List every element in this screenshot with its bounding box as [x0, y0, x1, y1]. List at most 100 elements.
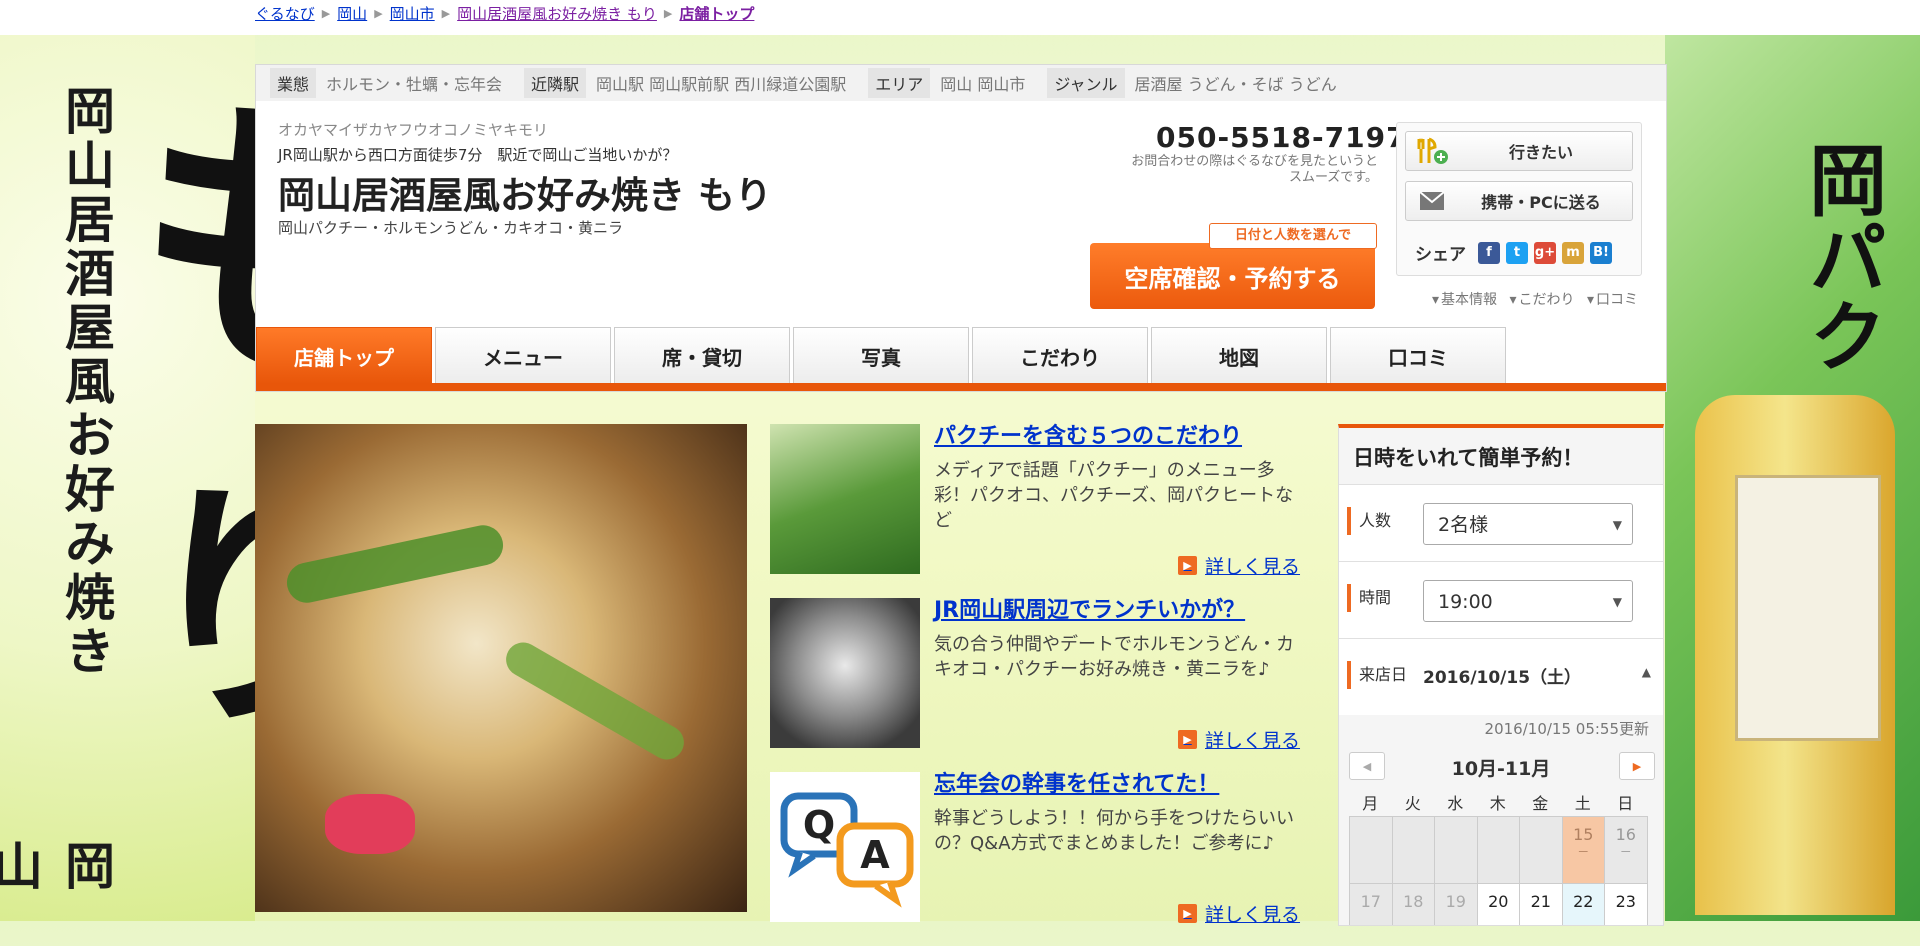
tab-seats[interactable]: 席・貸切 — [614, 327, 790, 384]
shop-name: 岡山居酒屋風お好み焼き もり — [278, 174, 772, 217]
calendar-day-empty — [1520, 817, 1562, 883]
calendar-day[interactable]: 21 — [1520, 884, 1562, 925]
dropdown-arrow-icon: ▼ — [1612, 518, 1622, 532]
calendar-day-number: 16 — [1615, 825, 1636, 844]
share-row: シェア f t g+ m B! — [1415, 240, 1612, 265]
want-to-go-button[interactable]: 行きたい — [1405, 131, 1633, 171]
background-right-brush: 岡パク — [1796, 140, 1887, 374]
background-vertical-title: 岡山居酒屋風お好み焼き — [57, 85, 116, 679]
feature-thumbnail-cilantro[interactable] — [770, 424, 920, 574]
calendar-day-number: 18 — [1403, 892, 1424, 911]
calendar-day[interactable]: 20 — [1477, 884, 1519, 925]
breadcrumb-okayama-city[interactable]: 岡山市 — [390, 3, 435, 24]
time-row: 時間 19:00 ▼ — [1339, 561, 1663, 638]
want-to-go-label: 行きたい — [1508, 143, 1573, 162]
reservation-title: 日時をいれて簡単予約！ — [1353, 446, 1584, 470]
feature-item: パクチーを含む５つのこだわり メディアで話題「パクチー」のメニュー多彩！パクオコ… — [770, 424, 1310, 598]
svg-text:Q: Q — [803, 803, 835, 847]
play-icon: ▶ — [1178, 556, 1197, 575]
jump-link-basic-info[interactable]: 基本情報 — [1441, 292, 1497, 308]
time-value: 19:00 — [1438, 591, 1493, 613]
calendar-day[interactable]: 17 — [1350, 884, 1392, 925]
calendar-updated: 2016/10/15 05:55更新 — [1484, 720, 1649, 738]
feature-thumbnail-oysters[interactable] — [770, 598, 920, 748]
breadcrumb-okayama[interactable]: 岡山 — [337, 3, 367, 24]
calendar-day[interactable]: 15 － — [1562, 817, 1604, 883]
more-link-label: 詳しく見る — [1205, 904, 1301, 926]
more-link[interactable]: ▶ 詳しく見る — [1178, 900, 1300, 927]
tab-menu[interactable]: メニュー — [435, 327, 611, 384]
phone-number: 050-5518-7197 — [1156, 121, 1407, 154]
feature-title[interactable]: 忘年会の幹事を任されてた！ — [934, 766, 1219, 798]
feature-title[interactable]: パクチーを含む５つのこだわり — [934, 418, 1242, 450]
people-select[interactable]: 2名様 ▼ — [1423, 503, 1633, 545]
calendar-weekdays: 月 火 水 木 金 土 日 — [1349, 790, 1647, 814]
calendar-day[interactable]: 16 － — [1605, 817, 1647, 883]
share-label: シェア — [1415, 245, 1466, 265]
feature-title[interactable]: JR岡山駅周辺でランチいかが？ — [934, 592, 1245, 624]
info-value-area[interactable]: 岡山 岡山市 — [940, 71, 1025, 95]
time-select[interactable]: 19:00 ▼ — [1423, 580, 1633, 622]
calendar-day[interactable]: 19 — [1435, 884, 1477, 925]
qa-speech-bubbles-icon: Q A — [780, 792, 914, 908]
reservation-widget: 日時をいれて簡単予約！ 人数 2名様 ▼ 時間 19:00 ▼ 来店日 2016… — [1338, 424, 1664, 926]
jump-link-kodawari[interactable]: こだわり — [1519, 292, 1575, 308]
calendar-day[interactable]: 22 — [1562, 884, 1604, 925]
date-row[interactable]: 来店日 2016/10/15（土） ▲ — [1339, 638, 1663, 715]
info-value-genre[interactable]: 居酒屋 うどん・そば うどん — [1135, 71, 1337, 95]
hero-food-image[interactable] — [255, 424, 747, 912]
send-to-device-button[interactable]: 携帯・PCに送る — [1405, 181, 1633, 221]
info-tag-area: エリア — [868, 68, 931, 98]
shop-tabs: 店舗トップ メニュー 席・貸切 写真 こだわり 地図 口コミ — [256, 327, 1509, 384]
calendar-grid: 15 － 16 － 17 18 19 20 21 22 23 — [1349, 816, 1648, 925]
feature-text: 気の合う仲間やデートでホルモンうどん・カキオコ・パクチーお好み焼き・黄ニラを♪ — [934, 634, 1294, 680]
calendar-day-status: － — [1619, 845, 1632, 859]
twitter-icon[interactable]: t — [1506, 241, 1528, 264]
mixi-icon[interactable]: m — [1562, 241, 1584, 264]
more-link[interactable]: ▶ 詳しく見る — [1178, 726, 1300, 753]
tab-underline — [256, 383, 1666, 391]
feature-thumbnail-qa[interactable]: Q A — [770, 772, 920, 922]
tab-top[interactable]: 店舗トップ — [256, 327, 432, 384]
info-tag-business-type: 業態 — [270, 68, 317, 98]
action-box: 行きたい 携帯・PCに送る シェア f t g+ m B! — [1396, 122, 1642, 276]
tab-reviews[interactable]: 口コミ — [1330, 327, 1506, 384]
reserve-tooltip: 日付と人数を選んで — [1209, 223, 1377, 249]
chevron-up-icon[interactable]: ▲ — [1642, 665, 1651, 679]
breadcrumb-gnavi[interactable]: ぐるなび — [255, 3, 315, 24]
date-label: 来店日 — [1347, 661, 1407, 689]
weekday-sat: 土 — [1574, 794, 1591, 813]
weekday-mon: 月 — [1362, 794, 1379, 813]
hero-decor — [325, 794, 415, 854]
breadcrumb-current[interactable]: 店舗トップ — [679, 3, 754, 24]
more-link[interactable]: ▶ 詳しく見る — [1178, 552, 1300, 579]
bottle-label-image — [1735, 475, 1881, 741]
tab-photos[interactable]: 写真 — [793, 327, 969, 384]
breadcrumb: ぐるなび ▶ 岡山 ▶ 岡山市 ▶ 岡山居酒屋風お好み焼き もり ▶ 店舗トップ — [255, 3, 754, 24]
tab-kodawari[interactable]: こだわり — [972, 327, 1148, 384]
send-to-device-label: 携帯・PCに送る — [1481, 193, 1601, 212]
jump-link-reviews[interactable]: 口コミ — [1596, 292, 1638, 308]
feature-item: Q A 忘年会の幹事を任されてた！ 幹事どうしよう！！何から手をつけたらいいの？… — [770, 772, 1310, 946]
breadcrumb-shop[interactable]: 岡山居酒屋風お好み焼き もり — [457, 3, 657, 24]
tab-map[interactable]: 地図 — [1151, 327, 1327, 384]
calendar-day[interactable]: 18 — [1392, 884, 1434, 925]
info-value-business-type[interactable]: ホルモン・牡蠣・忘年会 — [326, 71, 502, 95]
calendar-next-icon[interactable]: ▶ — [1619, 752, 1655, 780]
google-plus-icon[interactable]: g+ — [1534, 241, 1556, 264]
calendar-day[interactable]: 23 — [1605, 884, 1647, 925]
calendar-day-empty — [1477, 817, 1519, 883]
info-value-station[interactable]: 岡山駅 岡山駅前駅 西川緑道公園駅 — [596, 71, 846, 95]
more-link-label: 詳しく見る — [1205, 556, 1301, 578]
weekday-fri: 金 — [1532, 794, 1549, 813]
calendar-day-number: 22 — [1573, 892, 1594, 911]
feature-text: メディアで話題「パクチー」のメニュー多彩！パクオコ、パクチーズ、岡パクヒートなど — [934, 460, 1294, 531]
facebook-icon[interactable]: f — [1478, 241, 1500, 264]
chevron-down-icon: ▾ — [1586, 292, 1594, 308]
weekday-thu: 木 — [1489, 794, 1506, 813]
hatena-icon[interactable]: B! — [1590, 241, 1612, 264]
reserve-button[interactable]: 空席確認・予約する — [1090, 243, 1375, 309]
date-value: 2016/10/15（土） — [1423, 668, 1582, 688]
time-label: 時間 — [1347, 584, 1391, 612]
weekday-wed: 水 — [1447, 794, 1464, 813]
